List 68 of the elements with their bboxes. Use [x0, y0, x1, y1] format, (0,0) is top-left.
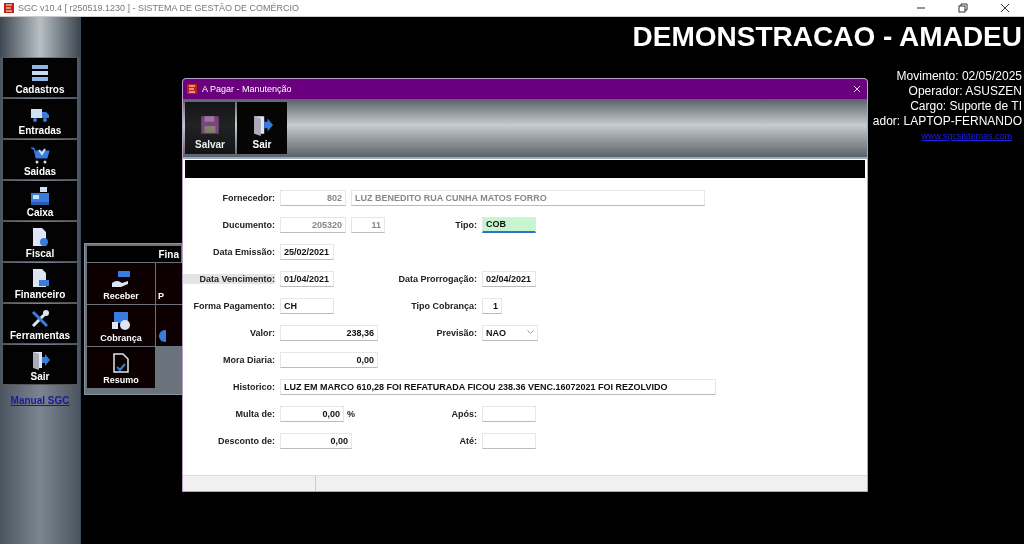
- field-label: Após:: [450, 408, 477, 419]
- field-label: Data Prorrogação:: [397, 273, 477, 284]
- database-icon: [30, 63, 50, 83]
- exit-door-icon: [251, 114, 273, 136]
- input-field[interactable]: LUZ EM MARCO 610,28 FOI REFATURADA FICOU 238.36 VENC.16072021 FOI REZOLVIDO: [280, 378, 716, 395]
- cart-icon: [30, 145, 50, 165]
- session-info: Cargo: Suporte de TI: [910, 99, 1022, 114]
- tools-icon: [30, 309, 50, 329]
- restore-icon[interactable]: [958, 3, 968, 13]
- exit-door-icon: [30, 350, 50, 370]
- panel-tile[interactable]: Resumo: [87, 347, 155, 388]
- field-label: Mora Diaria:: [222, 354, 275, 365]
- percent-sign: %: [347, 408, 355, 419]
- sidebar-item[interactable]: Cadastros: [3, 58, 77, 98]
- field-label: Desconto de:: [217, 435, 275, 446]
- sidebar-item[interactable]: Financeiro: [3, 263, 77, 303]
- input-field[interactable]: CH: [280, 297, 334, 314]
- panel-tile[interactable]: P: [156, 263, 183, 304]
- bill-clock-icon: [111, 311, 131, 331]
- field-label: Tipo Cobrança:: [410, 300, 477, 311]
- close-icon[interactable]: [1000, 3, 1010, 13]
- sidebar-item[interactable]: Sair: [3, 345, 77, 385]
- dropdown[interactable]: NAO: [482, 324, 538, 341]
- input-field[interactable]: 01/04/2021: [280, 270, 334, 287]
- field-label: Multa de:: [234, 408, 275, 419]
- field-label: Forma Pagamento:: [192, 300, 275, 311]
- dialog-title: A Pagar - Manutenção: [202, 84, 293, 94]
- panel-tile[interactable]: Receber: [87, 263, 155, 304]
- app-logo-icon: [187, 84, 197, 94]
- field-label: Valor:: [249, 327, 275, 338]
- field-label: Fornecedor:: [221, 192, 275, 203]
- sidebar-item[interactable]: Ferramentas: [3, 304, 77, 344]
- sidebar-item[interactable]: Caixa: [3, 181, 77, 221]
- input-field[interactable]: 0,00: [280, 432, 352, 449]
- input-field[interactable]: 02/04/2021: [482, 270, 536, 287]
- cash-hand-icon: [111, 269, 131, 289]
- input-field[interactable]: 238,36: [280, 324, 378, 341]
- input-field[interactable]: 0,00: [280, 351, 378, 368]
- panel-title: Fina: [87, 246, 181, 262]
- field-label: Data Emissão:: [211, 246, 275, 257]
- input-field[interactable]: 25/02/2021: [280, 243, 334, 260]
- sidebar-item[interactable]: Saidas: [3, 140, 77, 180]
- app-logo-icon: [4, 3, 14, 13]
- company-name: DEMONSTRACAO - AMADEU: [632, 21, 1022, 53]
- cash-register-icon: [30, 186, 50, 206]
- field-label: Ducumento:: [221, 219, 275, 230]
- sidebar-item[interactable]: Fiscal: [3, 222, 77, 262]
- toolbar-button[interactable]: Sair: [237, 102, 287, 154]
- document-card-icon: [30, 268, 50, 288]
- input-field[interactable]: [482, 432, 536, 449]
- input-field[interactable]: [482, 405, 536, 422]
- session-info: Operador: ASUSZEN: [908, 84, 1022, 99]
- field-label: Data Vencimento:: [183, 273, 275, 284]
- field-label: Até:: [458, 435, 477, 446]
- input-field[interactable]: COB: [482, 216, 536, 233]
- field-label: Previsão:: [435, 327, 477, 338]
- session-info: ador: LAPTOP-FERNANDO: [872, 114, 1022, 129]
- chevron-down-icon: [527, 330, 534, 335]
- panel-tile[interactable]: Cobrança: [87, 305, 155, 346]
- session-info: Movimento: 02/05/2025: [896, 69, 1022, 84]
- sidebar-item[interactable]: Entradas: [3, 99, 77, 139]
- field-label: Historico:: [232, 381, 275, 392]
- field-label: Tipo:: [454, 219, 477, 230]
- input-field[interactable]: 1: [482, 297, 502, 314]
- window-title: SGC v10.4 [ r250519.1230 ] - SISTEMA DE GESTÃO DE COMÉRCIO: [18, 3, 301, 13]
- document-check-icon: [111, 353, 131, 373]
- document-coin-icon: [30, 227, 50, 247]
- input-field[interactable]: 0,00: [280, 405, 344, 422]
